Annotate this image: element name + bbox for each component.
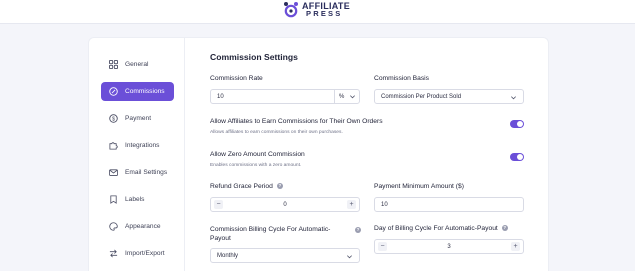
billing-day-label-row: Day of Billing Cycle For Automatic-Payou…	[374, 225, 508, 232]
sidebar-item-label: Labels	[125, 196, 145, 203]
chevron-down-icon	[347, 255, 352, 259]
sidebar-item-label: Appearance	[125, 223, 161, 230]
billing-day-stepper[interactable]: − 3 +	[374, 239, 524, 254]
sidebar-item-label: Integrations	[125, 142, 160, 149]
commission-basis-value: Commission Per Product Sold	[381, 93, 462, 100]
own-orders-toggle[interactable]	[510, 120, 524, 128]
sidebar-item-label: Payment	[125, 115, 152, 122]
commission-basis-select[interactable]: Commission Per Product Sold	[374, 89, 524, 104]
settings-sidebar: General Commissions $ Payment Integratio…	[89, 38, 185, 271]
own-orders-label: Allow Affiliates to Earn Commissions for…	[210, 118, 383, 125]
sidebar-item-import-export[interactable]: Import/Export	[101, 244, 174, 263]
grace-period-label-row: Refund Grace Period?	[210, 183, 283, 190]
palette-icon	[109, 222, 118, 231]
increment-button[interactable]: +	[511, 242, 520, 251]
top-bar: AFFILIATE PRESS	[0, 0, 635, 24]
sidebar-item-label: Email Settings	[125, 169, 168, 176]
svg-text:$: $	[112, 116, 115, 122]
brand-logo: AFFILIATE PRESS	[283, 1, 350, 19]
swap-icon	[109, 249, 118, 258]
sidebar-item-integrations[interactable]: Integrations	[101, 136, 174, 155]
page-title: Commission Settings	[210, 52, 298, 62]
grid-icon	[109, 60, 118, 69]
min-payment-input[interactable]: 10	[374, 197, 524, 212]
mail-icon	[109, 168, 118, 177]
sidebar-item-commissions[interactable]: Commissions	[101, 82, 174, 101]
commission-rate-label: Commission Rate	[210, 75, 263, 82]
label-icon	[109, 195, 118, 204]
grace-period-value: 0	[283, 201, 287, 208]
percent-circle-icon	[109, 87, 118, 96]
sidebar-item-label: Import/Export	[125, 250, 165, 257]
increment-button[interactable]: +	[347, 200, 356, 209]
zero-amount-description: Enables commissions with a zero amount.	[210, 163, 302, 168]
commission-unit-select[interactable]: %	[334, 90, 359, 103]
billing-day-value: 3	[447, 243, 451, 250]
commission-settings-panel: Commission Settings Commission Rate 10 %…	[185, 38, 550, 271]
affiliatepress-logo-icon	[284, 2, 298, 18]
settings-card: General Commissions $ Payment Integratio…	[88, 37, 549, 271]
brand-name-line2: PRESS	[306, 9, 343, 18]
sidebar-item-label: Commissions	[125, 88, 165, 95]
sidebar-item-payment[interactable]: $ Payment	[101, 109, 174, 128]
commission-rate-input[interactable]: 10 %	[210, 89, 360, 104]
commission-basis-label: Commission Basis	[374, 75, 429, 82]
commission-unit-value: %	[339, 93, 345, 100]
commission-rate-value: 10	[217, 93, 224, 100]
help-icon[interactable]: ?	[501, 225, 508, 232]
billing-cycle-value: Monthly	[217, 252, 239, 259]
help-icon[interactable]: ?	[276, 183, 283, 190]
billing-cycle-label: Commission Billing Cycle For Automatic-P…	[210, 226, 331, 242]
grace-period-stepper[interactable]: − 0 +	[210, 197, 360, 212]
sidebar-item-general[interactable]: General	[101, 55, 174, 74]
zero-amount-toggle[interactable]	[510, 153, 524, 161]
own-orders-description: Allows affiliates to earn commissions on…	[210, 130, 343, 135]
billing-cycle-select[interactable]: Monthly	[210, 248, 360, 263]
min-payment-label: Payment Minimum Amount ($)	[374, 183, 464, 190]
min-payment-value: 10	[381, 201, 388, 208]
chevron-down-icon	[350, 95, 355, 99]
puzzle-icon	[109, 141, 118, 150]
sidebar-item-appearance[interactable]: Appearance	[101, 217, 174, 236]
billing-day-label: Day of Billing Cycle For Automatic-Payou…	[374, 225, 498, 232]
grace-period-label: Refund Grace Period	[210, 183, 273, 190]
sidebar-item-labels[interactable]: Labels	[101, 190, 174, 209]
help-icon[interactable]: ?	[355, 227, 361, 233]
zero-amount-label: Allow Zero Amount Commission	[210, 151, 305, 158]
sidebar-item-email-settings[interactable]: Email Settings	[101, 163, 174, 182]
chevron-down-icon	[511, 96, 516, 100]
dollar-circle-icon: $	[109, 114, 118, 123]
sidebar-item-label: General	[125, 61, 149, 68]
